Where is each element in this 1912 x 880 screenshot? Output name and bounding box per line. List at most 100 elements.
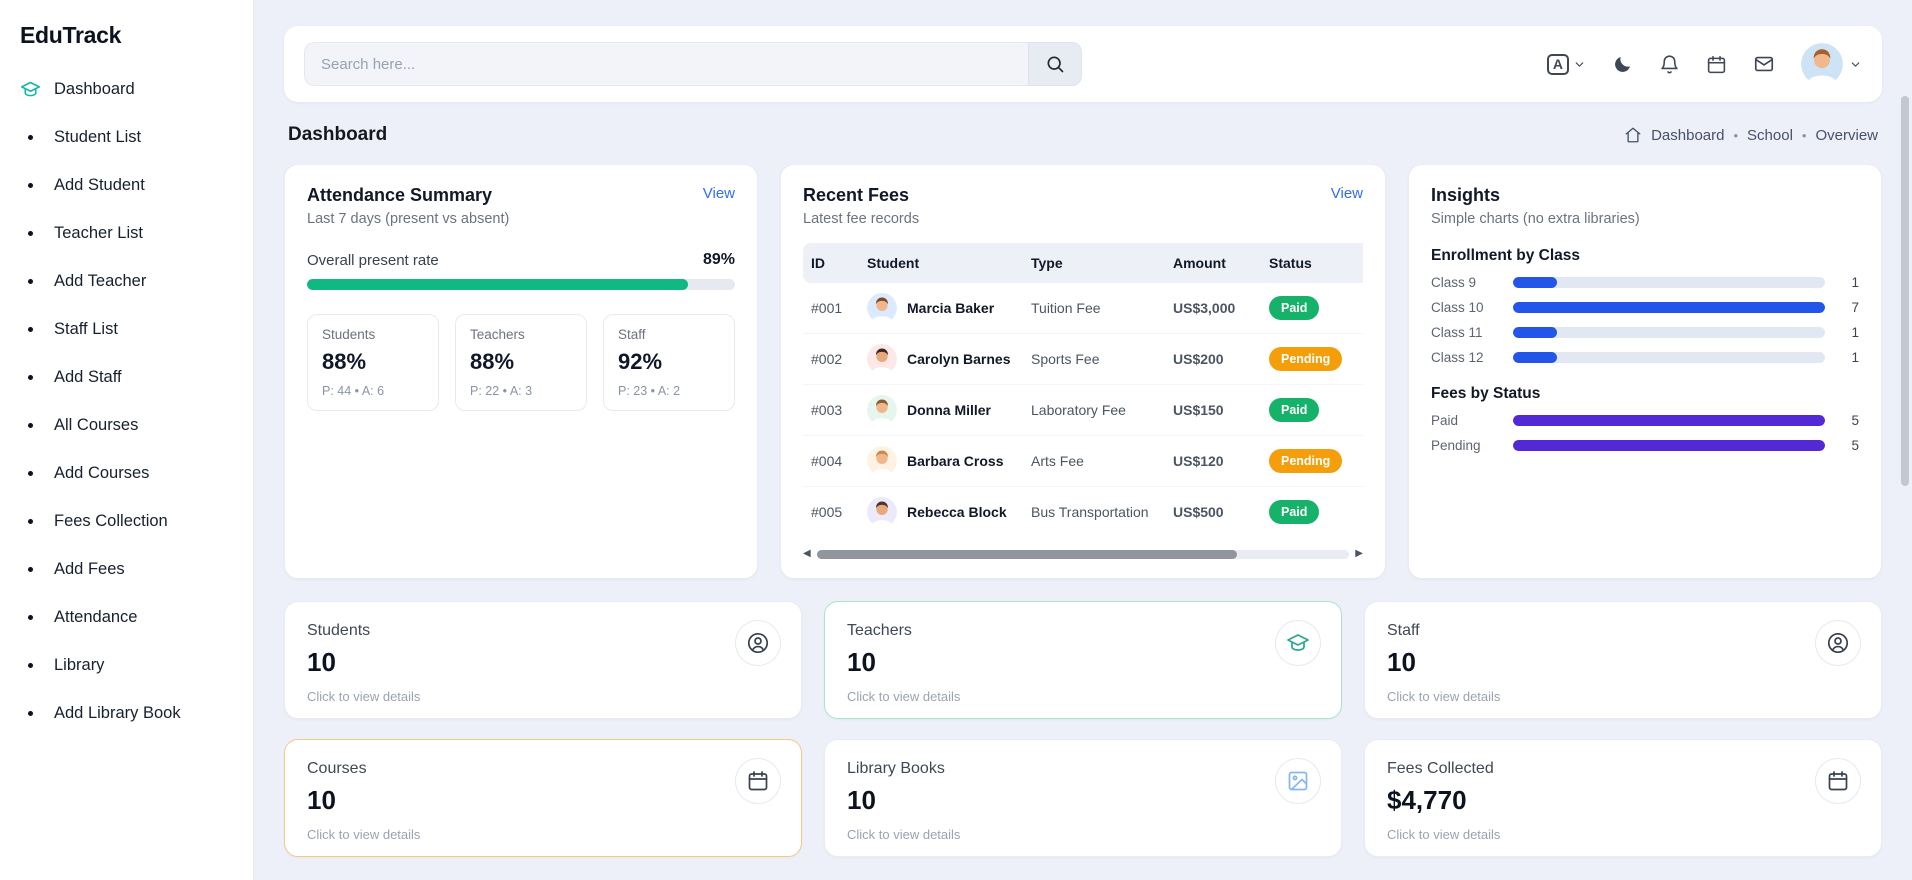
overall-progress-fill xyxy=(307,279,688,290)
breadcrumb-item[interactable]: School xyxy=(1733,127,1793,144)
bar-fill xyxy=(1513,302,1825,313)
breadcrumb-item[interactable]: Dashboard xyxy=(1651,127,1724,144)
bar-label: Class 12 xyxy=(1431,350,1484,365)
bar-row: Class 9 1 xyxy=(1431,275,1859,290)
dark-mode-toggle[interactable] xyxy=(1612,54,1633,75)
sidebar-item-teacher-list[interactable]: Teacher List xyxy=(0,209,253,257)
sidebar-item-library[interactable]: Library xyxy=(0,641,253,689)
fee-id: #005 xyxy=(803,486,859,537)
image-icon xyxy=(1275,758,1321,804)
sidebar-item-add-student[interactable]: Add Student xyxy=(0,161,253,209)
scrollbar-track[interactable] xyxy=(816,549,1350,559)
sidebar-item-student-list[interactable]: Student List xyxy=(0,113,253,161)
sidebar-item-label: Add Fees xyxy=(54,559,125,578)
overall-rate-label: Overall present rate xyxy=(307,251,439,269)
attendance-view-link[interactable]: View xyxy=(703,185,735,202)
library-books-summary-card[interactable]: Library Books 10 Click to view details xyxy=(824,739,1342,857)
attendance-group-staff: Staff 92% P: 23 • A: 2 xyxy=(603,314,735,411)
column-header-student: Student xyxy=(859,243,1023,283)
search-input[interactable] xyxy=(304,42,1028,86)
sidebar-item-fees-collection[interactable]: Fees Collection xyxy=(0,497,253,545)
bar-value: 7 xyxy=(1851,300,1859,315)
fees-status-chart-title: Fees by Status xyxy=(1431,385,1541,402)
bar-label: Class 10 xyxy=(1431,300,1484,315)
teachers-summary-card[interactable]: Teachers 10 Click to view details xyxy=(824,601,1342,719)
bar-fill xyxy=(1513,327,1557,338)
sidebar-item-add-courses[interactable]: Add Courses xyxy=(0,449,253,497)
recent-fees-view-link[interactable]: View xyxy=(1331,185,1363,202)
search-button[interactable] xyxy=(1028,42,1082,86)
fee-id: #003 xyxy=(803,384,859,436)
summary-hint: Click to view details xyxy=(307,689,421,704)
sidebar-item-label: Staff List xyxy=(54,319,118,338)
bar-track xyxy=(1513,440,1825,451)
summary-hint: Click to view details xyxy=(1387,689,1501,704)
bullet-icon xyxy=(28,662,33,668)
sidebar-item-add-teacher[interactable]: Add Teacher xyxy=(0,257,253,305)
sidebar-item-add-staff[interactable]: Add Staff xyxy=(0,353,253,401)
page-scrollbar-thumb[interactable] xyxy=(1901,96,1909,486)
fee-amount: US$3,000 xyxy=(1173,300,1236,316)
avatar xyxy=(867,344,897,374)
sidebar-item-attendance[interactable]: Attendance xyxy=(0,593,253,641)
sidebar-nav: Dashboard Student List Add Student Teach… xyxy=(0,65,253,737)
calendar-button[interactable] xyxy=(1706,54,1727,75)
sidebar-item-add-library-book[interactable]: Add Library Book xyxy=(0,689,253,737)
user-menu[interactable] xyxy=(1801,43,1862,85)
breadcrumb-item[interactable]: Overview xyxy=(1802,127,1878,144)
avatar xyxy=(1801,43,1843,85)
staff-summary-card[interactable]: Staff 10 Click to view details xyxy=(1364,601,1882,719)
main-content: A Dashboard xyxy=(254,0,1912,880)
scroll-left-arrow-icon[interactable]: ◀ xyxy=(803,549,811,559)
scrollbar-thumb[interactable] xyxy=(816,549,1238,559)
sidebar-item-label: Student List xyxy=(54,127,142,146)
sidebar-item-label: Teacher List xyxy=(54,223,143,242)
card-header: Recent Fees View xyxy=(803,185,1363,206)
sidebar: EduTrack Dashboard Student List Add Stud… xyxy=(0,0,254,880)
enrollment-chart-title: Enrollment by Class xyxy=(1431,247,1581,264)
bullet-icon xyxy=(28,182,33,188)
table-row[interactable]: #005 Rebecca Block Bus Transportation US… xyxy=(803,486,1363,537)
status-badge: Paid xyxy=(1269,398,1320,422)
sidebar-item-add-fees[interactable]: Add Fees xyxy=(0,545,253,593)
avatar xyxy=(867,395,897,425)
notifications-button[interactable] xyxy=(1659,54,1680,75)
courses-summary-card[interactable]: Courses 10 Click to view details xyxy=(284,739,802,857)
students-summary-card[interactable]: Students 10 Click to view details xyxy=(284,601,802,719)
student-cell: Donna Miller xyxy=(867,395,1015,425)
fee-type: Tuition Fee xyxy=(1031,300,1101,316)
fees-collected-summary-card[interactable]: Fees Collected $4,770 Click to view deta… xyxy=(1364,739,1882,857)
table-row[interactable]: #003 Donna Miller Laboratory Fee US$150 … xyxy=(803,384,1363,436)
attendance-group-teachers: Teachers 88% P: 22 • A: 3 xyxy=(455,314,587,411)
bar-track xyxy=(1513,277,1825,288)
table-row[interactable]: #004 Barbara Cross Arts Fee US$120 Pendi… xyxy=(803,435,1363,487)
table-row[interactable]: #002 Carolyn Barnes Sports Fee US$200 Pe… xyxy=(803,333,1363,385)
breadcrumb: Dashboard School Overview xyxy=(1624,126,1878,144)
column-header-id: ID xyxy=(803,243,859,283)
summary-label: Library Books xyxy=(847,760,945,777)
user-icon xyxy=(1815,620,1861,666)
sidebar-item-all-courses[interactable]: All Courses xyxy=(0,401,253,449)
summary-label: Courses xyxy=(307,760,367,777)
language-select-button[interactable]: A xyxy=(1546,53,1586,75)
fee-amount: US$500 xyxy=(1165,486,1261,537)
bar-value: 5 xyxy=(1851,413,1859,428)
summary-value: 10 xyxy=(307,785,336,815)
sidebar-item-label: Add Teacher xyxy=(54,271,147,290)
table-row[interactable]: #001 Marcia Baker Tuition Fee US$3,000 P… xyxy=(803,283,1363,334)
bar-fill xyxy=(1513,415,1825,426)
bullet-icon xyxy=(28,470,33,476)
scroll-right-arrow-icon[interactable]: ▶ xyxy=(1355,549,1363,559)
page-title: Dashboard xyxy=(288,124,388,145)
group-label: Students xyxy=(322,327,376,342)
student-name: Barbara Cross xyxy=(907,453,1004,469)
dashboard-cards-row: Attendance Summary View Last 7 days (pre… xyxy=(284,164,1882,579)
column-header-type: Type xyxy=(1023,243,1165,283)
sidebar-item-dashboard[interactable]: Dashboard xyxy=(0,65,253,113)
avatar xyxy=(867,293,897,323)
sidebar-item-label: All Courses xyxy=(54,415,139,434)
calendar-icon xyxy=(1815,758,1861,804)
sidebar-item-staff-list[interactable]: Staff List xyxy=(0,305,253,353)
bullet-icon xyxy=(28,326,33,332)
messages-button[interactable] xyxy=(1753,53,1775,75)
